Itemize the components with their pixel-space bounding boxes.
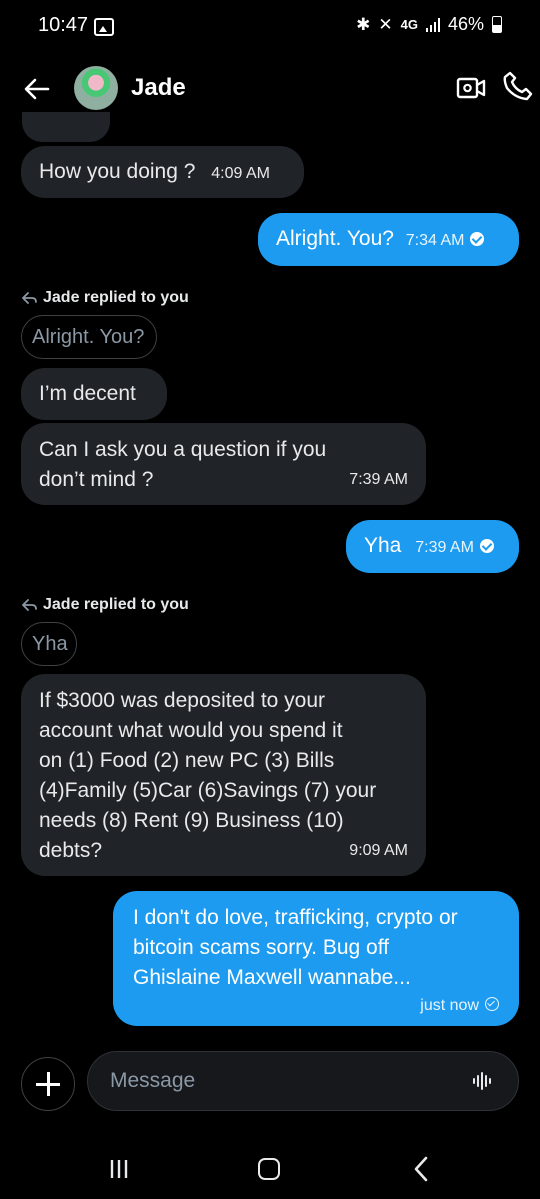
message-outgoing[interactable]: I don't do love, trafficking, crypto or …: [113, 891, 519, 1026]
message-time: just now: [420, 997, 479, 1014]
gallery-notification-icon: [94, 18, 114, 36]
message-text-line: I don't do love, trafficking, crypto or: [133, 906, 458, 929]
replied-indicator: Jade replied to you: [22, 289, 189, 307]
home-icon[interactable]: [258, 1158, 280, 1180]
message-time: 9:09 AM: [349, 842, 408, 859]
replied-indicator: Jade replied to you: [22, 596, 189, 614]
message-text-line: needs (8) Rent (9) Business (10): [39, 809, 344, 832]
message-text-line: debts?: [39, 839, 103, 862]
status-time: 10:47: [38, 14, 89, 36]
message-text: I’m decent: [39, 382, 136, 405]
message-text-line: on (1) Food (2) new PC (3) Bills: [39, 749, 335, 772]
video-call-icon[interactable]: [456, 74, 486, 102]
message-text-line: If $3000 was deposited to your: [39, 689, 326, 712]
reply-icon: [22, 599, 37, 611]
reply-icon: [22, 292, 37, 304]
network-label: 4G: [400, 17, 418, 32]
message-text-line: Can I ask you a question if you: [39, 438, 327, 461]
phone-icon[interactable]: [502, 70, 534, 102]
message-incoming[interactable]: I’m decent: [21, 368, 167, 420]
message-text-line: (4)Family (5)Car (6)Savings (7) your: [39, 779, 377, 802]
message-input[interactable]: [108, 1062, 452, 1100]
battery-icon: [492, 16, 502, 33]
quoted-message[interactable]: Alright. You?: [21, 315, 157, 359]
message-text: Yha: [364, 534, 402, 557]
recent-apps-icon[interactable]: [108, 1158, 130, 1180]
message-outgoing[interactable]: Alright. You? 7:34 AM: [258, 213, 519, 266]
contact-avatar[interactable]: [74, 66, 118, 110]
replied-label: Jade replied to you: [43, 596, 189, 613]
contact-name[interactable]: Jade: [131, 74, 186, 102]
message-incoming[interactable]: Can I ask you a question if you don’t mi…: [21, 423, 426, 505]
plus-icon[interactable]: [21, 1057, 75, 1111]
read-check-icon: [470, 232, 485, 246]
message-text-line: don’t mind ?: [39, 468, 154, 491]
voice-message-icon[interactable]: [472, 1070, 494, 1092]
message-text: Alright. You?: [276, 227, 394, 250]
message-outgoing[interactable]: Yha 7:39 AM: [346, 520, 519, 573]
bluetooth-icon: ✱: [356, 14, 371, 34]
signal-icon: [425, 17, 440, 32]
message-text-line: bitcoin scams sorry. Bug off: [133, 936, 389, 959]
read-check-icon: [479, 539, 494, 553]
quoted-message[interactable]: Yha: [21, 622, 77, 666]
message-text: How you doing ?: [39, 160, 196, 183]
replied-label: Jade replied to you: [43, 289, 189, 306]
sent-check-icon: [485, 997, 499, 1011]
status-indicators: ✱ ✕ 4G 46%: [356, 14, 502, 35]
partial-message-bubble: [22, 112, 110, 142]
message-time: 4:09 AM: [211, 165, 270, 182]
battery-percent: 46%: [447, 14, 484, 34]
mute-icon: ✕: [378, 14, 393, 34]
message-time: 7:34 AM: [405, 232, 465, 249]
message-incoming[interactable]: If $3000 was deposited to your account w…: [21, 674, 426, 876]
message-incoming[interactable]: How you doing ? 4:09 AM: [21, 146, 304, 198]
message-composer[interactable]: [87, 1051, 519, 1111]
message-time: 7:39 AM: [349, 471, 408, 488]
message-text-line: Ghislaine Maxwell wannabe...: [133, 966, 411, 989]
nav-back-icon[interactable]: [410, 1156, 432, 1182]
message-time: 7:39 AM: [415, 539, 474, 556]
message-text-line: account what would you spend it: [39, 719, 343, 742]
back-arrow-icon[interactable]: [22, 74, 52, 104]
status-bar: 10:47 ✱ ✕ 4G 46%: [0, 0, 540, 56]
